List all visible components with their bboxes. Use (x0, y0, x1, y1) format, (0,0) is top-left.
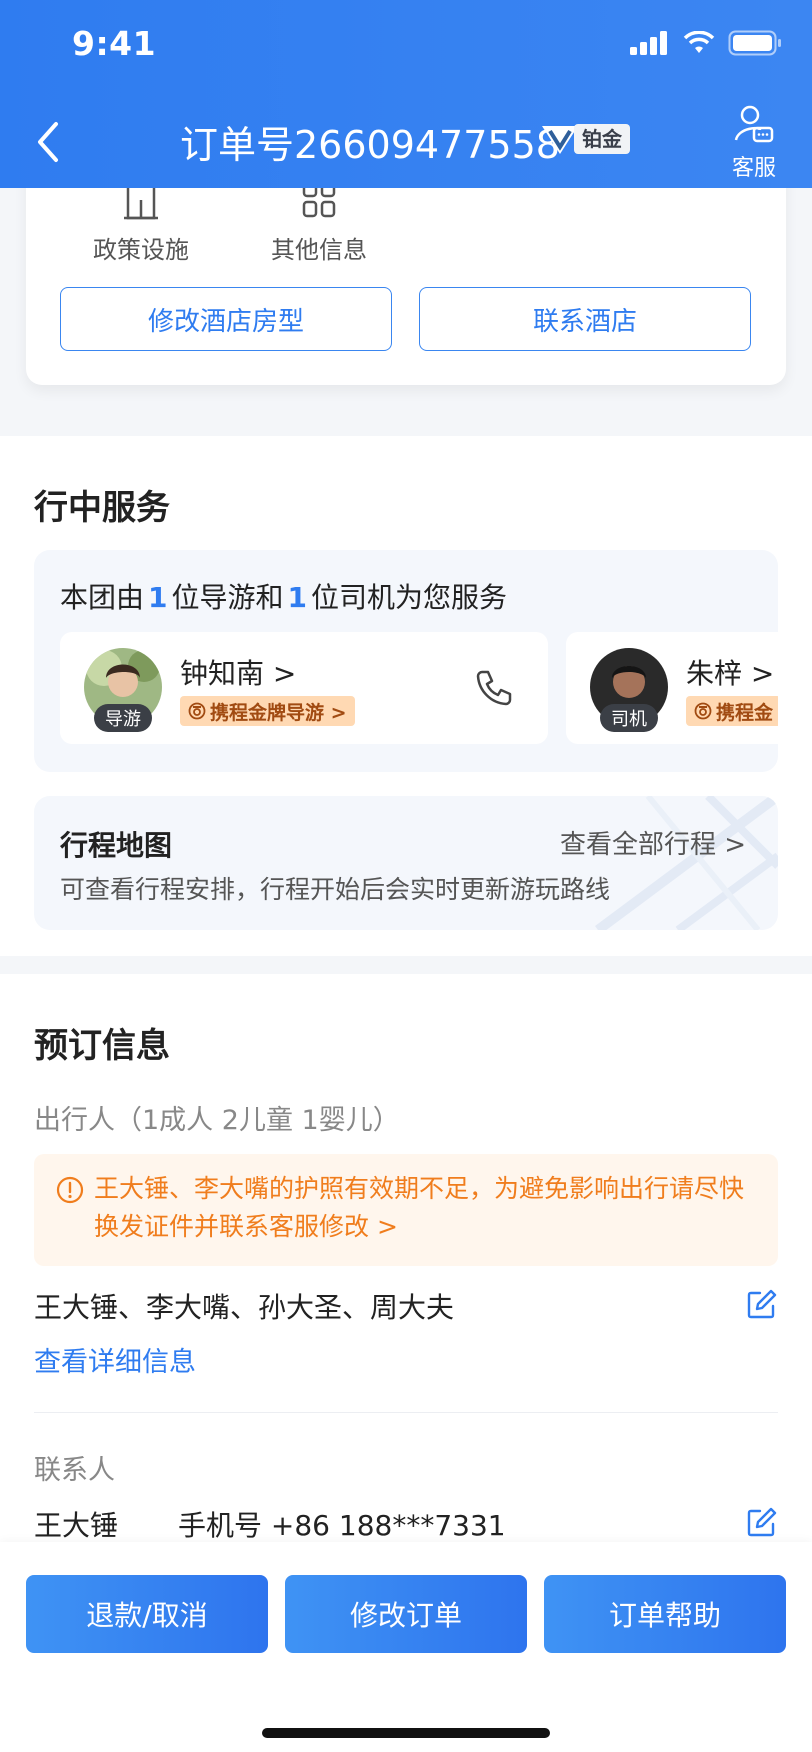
travelers-label: 出行人（1成人 2儿童 1婴儿） (34, 1105, 400, 1136)
hotel-icon-row: 政策设施 其他信息 (86, 180, 374, 265)
member-level-label: 铂金 (574, 124, 630, 154)
passport-warning[interactable]: 王大锤、李大嘴的护照有效期不足，为避免影响出行请尽快换发证件并联系客服修改 > (34, 1154, 778, 1266)
booking-info-title: 预订信息 (34, 1026, 170, 1066)
driver-badge[interactable]: 携程金 (686, 696, 778, 726)
summary-mid: 位导游和 (171, 581, 284, 614)
customer-service-button[interactable]: 客服 (722, 104, 786, 182)
camera-badge-icon (188, 702, 206, 720)
bottom-action-bar: 退款/取消 修改订单 订单帮助 (0, 1542, 812, 1752)
status-time: 9:41 (72, 24, 157, 63)
app-header: 9:41 订单号26609477558 铂金 客服 (0, 0, 812, 188)
contact-phone: 手机号 +86 188***7331 (178, 1509, 506, 1542)
back-arrow-icon[interactable] (30, 118, 70, 166)
trip-service-section: 行中服务 本团由 1 位导游和 1 位司机为您服务 导游 钟知南 > 携程金牌导游 > … (0, 436, 812, 956)
other-info-label: 其他信息 (271, 236, 367, 264)
gold-guide-badge[interactable]: 携程金牌导游 > (180, 696, 355, 726)
home-indicator (262, 1728, 550, 1738)
trip-map-description: 可查看行程安排，行程开始后会实时更新游玩路线 (60, 875, 611, 904)
battery-icon (728, 30, 781, 56)
wifi-icon (683, 31, 715, 53)
warning-icon (56, 1176, 84, 1204)
edit-travelers-icon[interactable] (746, 1288, 778, 1320)
trip-map-title: 行程地图 (60, 829, 173, 862)
summary-prefix: 本团由 (60, 581, 145, 614)
travelers-names: 王大锤、李大嘴、孙大圣、周大夫 (34, 1291, 455, 1324)
edit-contact-icon[interactable] (746, 1506, 778, 1538)
status-icons (630, 30, 782, 56)
view-all-itinerary-link[interactable]: 查看全部行程 > (560, 824, 746, 861)
contact-name: 王大锤 (34, 1509, 119, 1542)
summary-suffix: 位司机为您服务 (311, 581, 508, 614)
signal-icon (630, 31, 667, 55)
passport-warning-text: 王大锤、李大嘴的护照有效期不足，为避免影响出行请尽快换发证件并联系客服修改 > (94, 1174, 745, 1241)
refund-cancel-button[interactable]: 退款/取消 (26, 1575, 268, 1653)
other-info-entry[interactable]: 其他信息 (264, 180, 374, 265)
guide-name[interactable]: 钟知南 > (180, 652, 296, 692)
order-help-button[interactable]: 订单帮助 (544, 1575, 786, 1653)
customer-service-icon (734, 105, 774, 143)
guide-count: 1 (148, 581, 168, 614)
guide-role-tag: 导游 (94, 704, 152, 732)
view-details-link[interactable]: 查看详细信息 (34, 1340, 196, 1379)
customer-service-label: 客服 (731, 156, 776, 181)
trip-service-title: 行中服务 (34, 488, 170, 528)
map-decoration (595, 796, 778, 930)
policy-facilities-entry[interactable]: 政策设施 (86, 180, 196, 265)
booking-divider (34, 1412, 778, 1413)
driver-name[interactable]: 朱梓 > (686, 652, 774, 692)
gold-guide-badge-label: 携程金牌导游 > (210, 701, 347, 724)
driver-card[interactable]: 司机 朱梓 > 携程金 (566, 632, 778, 744)
camera-badge-icon (694, 702, 712, 720)
phone-icon[interactable] (474, 668, 514, 708)
driver-badge-label: 携程金 (716, 701, 774, 724)
trip-map-card[interactable]: 行程地图 查看全部行程 > 可查看行程安排，行程开始后会实时更新游玩路线 (34, 796, 778, 930)
guide-card[interactable]: 导游 钟知南 > 携程金牌导游 > (60, 632, 548, 744)
booking-info-section: 预订信息 出行人（1成人 2儿童 1婴儿） 王大锤、李大嘴的护照有效期不足，为避… (0, 974, 812, 1574)
modify-hotel-room-button[interactable]: 修改酒店房型 (60, 287, 392, 351)
modify-order-button[interactable]: 修改订单 (285, 1575, 527, 1653)
service-summary: 本团由 1 位导游和 1 位司机为您服务 (60, 576, 507, 616)
member-level-badge: 铂金 (540, 122, 630, 156)
contact-label: 联系人 (34, 1455, 115, 1486)
policy-facilities-label: 政策设施 (93, 236, 189, 264)
driver-role-tag: 司机 (600, 704, 658, 732)
driver-count: 1 (287, 581, 307, 614)
contact-hotel-button[interactable]: 联系酒店 (419, 287, 751, 351)
service-staff-box: 本团由 1 位导游和 1 位司机为您服务 导游 钟知南 > 携程金牌导游 > 司机 朱梓… (34, 550, 778, 772)
order-number-title: 订单号26609477558 (180, 123, 560, 167)
